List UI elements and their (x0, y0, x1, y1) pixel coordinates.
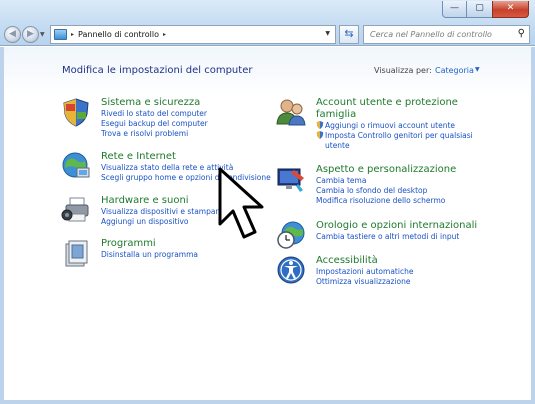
recent-pages-dropdown[interactable]: ▼ (40, 31, 45, 38)
view-by-label: Visualizza per: (374, 66, 432, 75)
breadcrumb-chevron-icon[interactable]: ▸ (163, 31, 166, 38)
link-change-theme[interactable]: Cambia tema (316, 176, 516, 186)
refresh-button[interactable]: ⇆ (339, 25, 359, 44)
clock-globe-icon (277, 221, 305, 249)
address-bar[interactable]: ▸ Pannello di controllo ▸ ▼ (50, 25, 336, 44)
monitor-brush-icon (277, 168, 304, 192)
link-auto-settings[interactable]: Impostazioni automatiche (316, 267, 506, 277)
uac-shield-icon (316, 121, 324, 129)
forward-button[interactable]: ▶ (22, 26, 39, 43)
minimize-button[interactable]: — (442, 1, 467, 18)
network-globe-icon (62, 152, 90, 178)
breadcrumb-separator-icon[interactable]: ▸ (71, 31, 74, 38)
link-parental-controls[interactable]: Imposta Controllo genitori per qualsiasi (316, 131, 516, 141)
window-controls: — ▢ ✕ (442, 1, 529, 18)
shield-flag-icon (63, 98, 89, 127)
category-title-accounts-line2[interactable]: famiglia (316, 109, 516, 121)
programs-box-icon (65, 240, 88, 267)
accessibility-icon (277, 256, 305, 284)
maximize-button[interactable]: ▢ (467, 1, 492, 18)
control-panel-icon (54, 29, 67, 40)
link-parental-controls-label: Imposta Controllo genitori per qualsiasi (325, 131, 473, 140)
uac-shield-icon (316, 131, 324, 139)
link-parental-controls-line2[interactable]: utente (316, 141, 516, 151)
search-icon[interactable]: ⚲ (518, 28, 525, 39)
category-title-appearance[interactable]: Aspetto e personalizzazione (316, 164, 516, 176)
mouse-pointer-icon (218, 167, 264, 239)
link-optimize-display[interactable]: Ottimizza visualizzazione (316, 277, 506, 287)
view-by-chevron-down-icon[interactable]: ▼ (475, 66, 480, 73)
address-dropdown-icon[interactable]: ▼ (325, 30, 330, 37)
link-backup-computer[interactable]: Esegui backup del computer (101, 119, 291, 129)
link-add-remove-accounts-label: Aggiungi o rimuovi account utente (325, 121, 456, 130)
back-button[interactable]: ◀ (4, 26, 21, 43)
link-keyboards-input[interactable]: Cambia tastiere o altri metodi di input (316, 232, 526, 242)
link-change-wallpaper[interactable]: Cambia lo sfondo del desktop (316, 186, 516, 196)
title-bar: — ▢ ✕ ◀ ▶ ▼ ▸ Pannello di controllo ▸ ▼ … (0, 0, 535, 46)
page-title: Modifica le impostazioni del computer (62, 65, 253, 76)
category-title-accounts[interactable]: Account utente e protezione (316, 97, 516, 109)
link-screen-resolution[interactable]: Modifica risoluzione dello schermo (316, 196, 516, 206)
breadcrumb-control-panel[interactable]: Pannello di controllo (78, 30, 159, 39)
users-icon (276, 99, 306, 126)
link-review-computer-status[interactable]: Rivedi lo stato del computer (101, 109, 291, 119)
search-box[interactable]: ⚲ (363, 25, 530, 44)
printer-speaker-icon (61, 197, 89, 222)
category-title-network[interactable]: Rete e Internet (101, 151, 291, 163)
back-arrow-icon: ◀ (9, 29, 16, 39)
search-input[interactable] (364, 26, 509, 43)
refresh-icon: ⇆ (344, 27, 354, 40)
link-troubleshoot[interactable]: Trova e risolvi problemi (101, 129, 291, 139)
close-button[interactable]: ✕ (492, 1, 529, 18)
forward-arrow-icon: ▶ (27, 29, 34, 39)
link-add-remove-accounts[interactable]: Aggiungi o rimuovi account utente (316, 121, 516, 131)
category-title-clock[interactable]: Orologio e opzioni internazionali (316, 220, 526, 232)
view-by-dropdown[interactable]: Categoria (435, 66, 474, 75)
category-title-accessibility[interactable]: Accessibilità (316, 255, 506, 267)
category-title-system[interactable]: Sistema e sicurezza (101, 97, 291, 109)
